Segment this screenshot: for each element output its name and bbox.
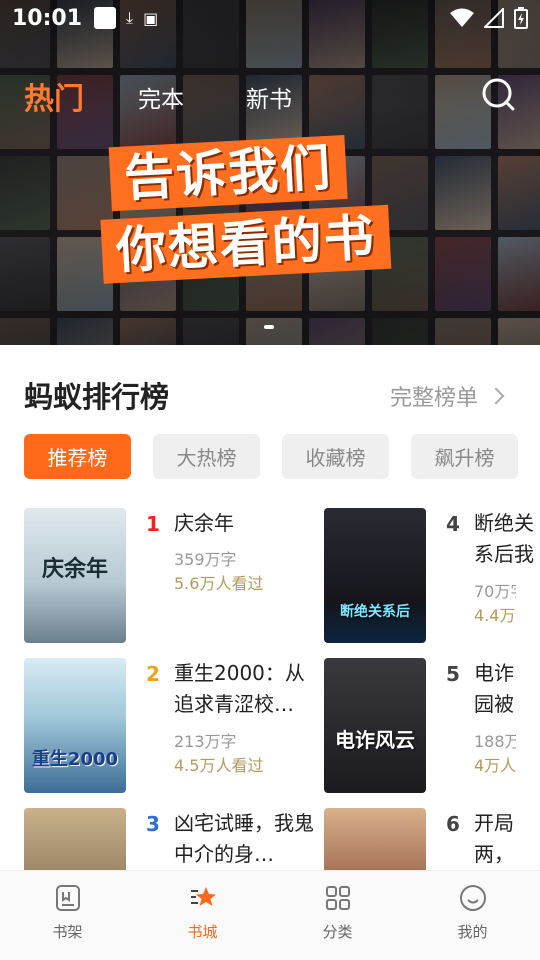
tab-new[interactable]: 新书 bbox=[246, 80, 292, 114]
full-ranking-label: 完整榜单 bbox=[390, 386, 479, 411]
reader-count: 4万人看过 bbox=[474, 756, 516, 775]
book-cover bbox=[324, 808, 426, 870]
wifi-icon bbox=[450, 8, 474, 27]
rank-number: 6 bbox=[446, 812, 460, 836]
book-item[interactable]: 庆余年 1 庆余年 359万字 5.6万人看过 bbox=[24, 508, 324, 648]
cover-title: 庆余年 bbox=[41, 557, 108, 582]
profile-icon bbox=[459, 885, 486, 911]
word-count: 213万字 bbox=[174, 732, 237, 751]
chip-favorites[interactable]: 收藏榜 bbox=[282, 434, 389, 479]
hero-banner[interactable]: 10:01 ⤓ ▣ 热门 完本 新书 告诉我们 你想看的书 bbox=[0, 0, 540, 345]
bookstore-icon bbox=[190, 887, 216, 906]
chip-recommended[interactable]: 推荐榜 bbox=[24, 434, 131, 479]
nav-category[interactable]: 分类 bbox=[270, 871, 405, 960]
book-cover: 断绝关系后 bbox=[324, 508, 426, 643]
word-count: 70万字 bbox=[474, 582, 516, 601]
carousel-indicator bbox=[264, 325, 274, 329]
cover-title: 重生2000 bbox=[31, 749, 119, 770]
ranking-title: 蚂蚁排行榜 bbox=[24, 380, 170, 414]
app-screen: 10:01 ⤓ ▣ 热门 完本 新书 告诉我们 你想看的书 蚂蚁排行榜 完整榜单… bbox=[0, 0, 540, 960]
category-icon bbox=[325, 886, 350, 910]
book-cover: 庆余年 bbox=[24, 508, 126, 643]
rank-number: 3 bbox=[146, 812, 160, 836]
book-item[interactable]: 6 开局两， bbox=[324, 808, 540, 870]
download-icon: ⤓ bbox=[126, 8, 134, 27]
notification-icon bbox=[94, 7, 117, 29]
nav-bookstore[interactable]: 书城 bbox=[135, 871, 270, 960]
book-title: 开局两， bbox=[474, 811, 514, 866]
book-title: 凶宅试睡，我鬼中介的身… bbox=[174, 811, 314, 866]
book-item[interactable]: 重生2000 2 重生2000：从追求青涩校… 213万字 4.5万人看过 bbox=[24, 658, 324, 798]
full-ranking-link[interactable]: 完整榜单 bbox=[390, 380, 505, 412]
tab-hot[interactable]: 热门 bbox=[24, 74, 84, 118]
book-title: 电诈园被骗 bbox=[474, 661, 514, 716]
book-item[interactable]: 断绝关系后 4 断绝关系后我被 70万字 4.4万人看过 bbox=[324, 508, 540, 648]
nav-bookstore-label: 书城 bbox=[187, 923, 218, 941]
word-count: 359万字 bbox=[174, 550, 237, 569]
signal-icon bbox=[484, 8, 504, 28]
reader-count: 5.6万人看过 bbox=[174, 574, 264, 593]
chip-rising[interactable]: 飙升榜 bbox=[411, 434, 518, 479]
rank-number: 2 bbox=[146, 662, 160, 686]
search-icon[interactable] bbox=[480, 76, 516, 112]
rank-number: 4 bbox=[446, 512, 460, 536]
ranking-chips: 推荐榜 大热榜 收藏榜 飙升榜 bbox=[24, 434, 518, 479]
reader-count: 4.5万人看过 bbox=[174, 756, 264, 775]
battery-icon bbox=[514, 7, 528, 29]
banner-slogan: 告诉我们 你想看的书 bbox=[100, 133, 392, 284]
nav-bookshelf-label: 书架 bbox=[52, 923, 83, 941]
tab-completed[interactable]: 完本 bbox=[138, 80, 184, 114]
book-cover: 重生2000 bbox=[24, 658, 126, 793]
rank-number: 5 bbox=[446, 662, 460, 686]
nav-profile[interactable]: 我的 bbox=[405, 871, 540, 960]
cover-title: 断绝关系后 bbox=[340, 604, 410, 620]
app-notification-icon: ▣ bbox=[143, 8, 159, 28]
category-tabs: 热门 完本 新书 bbox=[0, 70, 540, 118]
word-count: 188万字 bbox=[474, 732, 516, 751]
book-item[interactable]: 电诈风云 5 电诈园被骗 188万字 4万人看过 bbox=[324, 658, 540, 798]
book-cover: 电诈风云 bbox=[324, 658, 426, 793]
nav-profile-label: 我的 bbox=[457, 923, 488, 941]
chevron-right-icon bbox=[487, 387, 505, 405]
book-item[interactable]: 3 凶宅试睡，我鬼中介的身… bbox=[24, 808, 324, 870]
status-time: 10:01 bbox=[12, 5, 83, 31]
bookshelf-icon bbox=[55, 885, 80, 911]
cover-title: 电诈风云 bbox=[335, 728, 415, 752]
chip-hot[interactable]: 大热榜 bbox=[153, 434, 260, 479]
status-bar: 10:01 ⤓ ▣ bbox=[0, 0, 540, 36]
nav-bookshelf[interactable]: 书架 bbox=[0, 871, 135, 960]
reader-count: 4.4万人看过 bbox=[474, 606, 516, 625]
book-title: 断绝关系后我被 bbox=[474, 511, 534, 566]
book-cover bbox=[24, 808, 126, 870]
nav-category-label: 分类 bbox=[322, 923, 353, 941]
rank-number: 1 bbox=[146, 512, 160, 536]
book-title: 重生2000：从追求青涩校… bbox=[174, 661, 305, 716]
bottom-nav: 书架 书城 分类 我的 bbox=[0, 870, 540, 960]
book-ranking-list: 庆余年 1 庆余年 359万字 5.6万人看过 重生2000 2 重生2000：… bbox=[0, 508, 540, 870]
book-title: 庆余年 bbox=[174, 511, 234, 535]
